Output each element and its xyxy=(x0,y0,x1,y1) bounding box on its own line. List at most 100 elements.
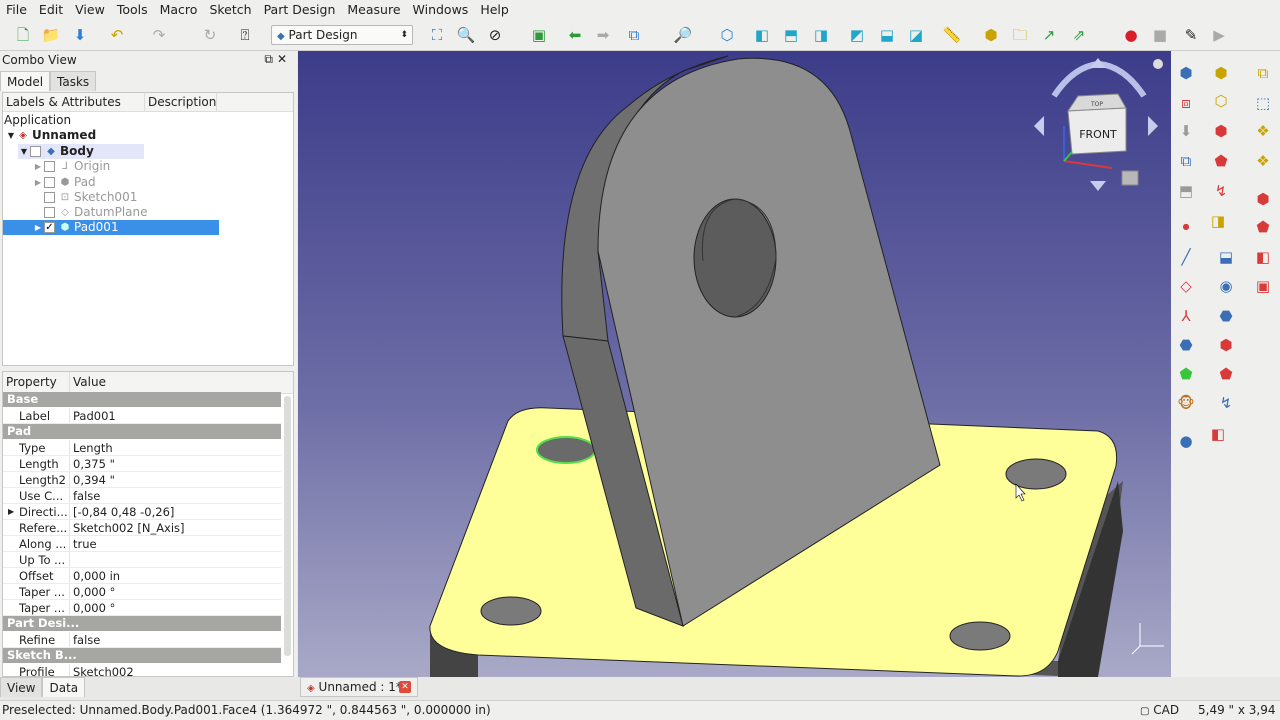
datum-point-icon[interactable]: ● xyxy=(1176,217,1196,237)
property-group-pad[interactable]: Pad xyxy=(3,424,281,439)
property-value[interactable] xyxy=(70,552,73,567)
expand-arrow-icon[interactable]: ▶ xyxy=(32,175,44,190)
plate-hole[interactable] xyxy=(949,621,1011,651)
nav-dot-icon[interactable] xyxy=(1153,59,1163,69)
forward-arrow-icon[interactable]: ➡ xyxy=(592,24,614,46)
navigation-style[interactable]: ▢ CAD xyxy=(1140,701,1179,720)
right-view-icon[interactable]: ◨ xyxy=(810,24,832,46)
subtractive-pipe-icon[interactable]: ⬟ xyxy=(1216,364,1236,384)
visibility-checkbox[interactable] xyxy=(44,207,55,218)
workbench-selector[interactable]: ◆ Part Design ⬍ xyxy=(271,25,413,45)
property-value[interactable]: 0,000 ° xyxy=(70,584,115,599)
hole-icon[interactable]: ◉ xyxy=(1216,276,1236,296)
part-icon[interactable]: ⬢ xyxy=(980,24,1002,46)
tree-item-pad001[interactable]: ▶ ✓ ⬢ Pad001 xyxy=(3,220,219,235)
group-icon[interactable]: 🗀 xyxy=(1009,24,1031,46)
expand-arrow-icon[interactable]: ▶ xyxy=(32,159,44,174)
execute-macro-icon[interactable]: ▶ xyxy=(1208,24,1230,46)
property-header-property[interactable]: Property xyxy=(3,372,70,393)
create-sketch-icon[interactable]: ⧈ xyxy=(1176,93,1196,113)
menu-tools[interactable]: Tools xyxy=(111,0,154,19)
plate-hole[interactable] xyxy=(480,596,542,626)
rotate-right-arrow-icon[interactable] xyxy=(1098,61,1147,98)
tree-header-description[interactable]: Description xyxy=(145,93,217,111)
property-group-base[interactable]: Base xyxy=(3,392,281,407)
bottom-view-icon[interactable]: ⬓ xyxy=(876,24,898,46)
menu-help[interactable]: Help xyxy=(474,0,515,19)
macro-editor-icon[interactable]: ✎ xyxy=(1180,24,1202,46)
additive-primitive-icon[interactable]: ◨ xyxy=(1208,211,1228,231)
menu-view[interactable]: View xyxy=(69,0,111,19)
property-value[interactable]: false xyxy=(70,488,100,503)
datum-line-icon[interactable]: ╱ xyxy=(1176,247,1196,267)
link-actions-icon[interactable]: ⇗ xyxy=(1068,24,1090,46)
sprocket-icon[interactable]: ● xyxy=(1176,431,1196,451)
tab-model[interactable]: Model xyxy=(0,71,51,91)
isometric-view-icon[interactable]: ⬡ xyxy=(716,24,738,46)
property-row[interactable]: Use C... false xyxy=(3,488,281,504)
property-row[interactable]: Length2 0,394 " xyxy=(3,472,281,488)
polar-pattern-icon[interactable]: ❖ xyxy=(1253,121,1273,141)
whats-this-icon[interactable]: ⍰ xyxy=(234,24,256,46)
menu-sketch[interactable]: Sketch xyxy=(203,0,257,19)
property-value[interactable]: Sketch002 xyxy=(70,664,134,676)
draft-icon[interactable]: ◧ xyxy=(1253,247,1273,267)
undo-icon[interactable]: ↶ xyxy=(106,24,128,46)
additive-loft-icon[interactable]: ⬢ xyxy=(1211,121,1231,141)
property-value[interactable]: 0,000 in xyxy=(70,568,120,583)
float-icon[interactable]: ⧉ xyxy=(264,52,277,66)
tab-data[interactable]: Data xyxy=(42,677,86,697)
property-value[interactable]: true xyxy=(70,536,97,551)
local-cs-icon[interactable]: ⅄ xyxy=(1176,306,1196,326)
property-row[interactable]: Refere... Sketch002 [N_Axis] xyxy=(3,520,281,536)
menu-measure[interactable]: Measure xyxy=(341,0,406,19)
tree-item-sketch001[interactable]: ⊡ Sketch001 xyxy=(44,190,137,205)
menu-edit[interactable]: Edit xyxy=(33,0,69,19)
visibility-checkbox[interactable] xyxy=(30,146,41,157)
property-value[interactable]: [-0,84 0,48 -0,26] xyxy=(70,504,174,519)
revolution-icon[interactable]: ⬡ xyxy=(1211,91,1231,111)
validate-sketch-icon[interactable]: ⧉ xyxy=(1176,151,1196,171)
zoom-icon[interactable]: 🔎 xyxy=(672,24,694,46)
back-arrow-icon[interactable]: ⬅ xyxy=(564,24,586,46)
view-menu-cube-icon[interactable] xyxy=(1121,170,1139,186)
clone-icon[interactable]: 🐵 xyxy=(1176,393,1196,413)
rotate-left-arrow-icon[interactable] xyxy=(1051,61,1100,98)
property-value[interactable]: 0,394 " xyxy=(70,472,115,487)
visibility-checkbox[interactable] xyxy=(44,161,55,172)
tree-item-datumplane[interactable]: ◇ DatumPlane xyxy=(44,205,148,220)
linear-pattern-icon[interactable]: ⬚ xyxy=(1253,93,1273,113)
tree-body[interactable]: ▼ ◆ Body xyxy=(18,144,144,159)
property-row[interactable]: Type Length xyxy=(3,440,281,456)
subtractive-primitive-icon[interactable]: ◧ xyxy=(1208,424,1228,444)
draw-style-icon[interactable]: ⊘ xyxy=(484,24,506,46)
thickness-icon[interactable]: ▣ xyxy=(1253,276,1273,296)
expand-arrow-icon[interactable]: ▶ xyxy=(8,504,14,520)
property-row[interactable]: Taper ... 0,000 ° xyxy=(3,584,281,600)
new-document-icon[interactable]: 🗋 xyxy=(12,24,34,46)
open-folder-icon[interactable]: 📁 xyxy=(40,24,62,46)
chamfer-icon[interactable]: ⬟ xyxy=(1253,217,1273,237)
property-value[interactable]: Length xyxy=(70,440,113,455)
property-scrollbar[interactable] xyxy=(284,396,291,656)
menu-macro[interactable]: Macro xyxy=(154,0,204,19)
subshape-binder-icon[interactable]: ⬟ xyxy=(1176,364,1196,384)
attach-sketch-icon[interactable]: ⬇ xyxy=(1176,121,1196,141)
refresh-icon[interactable]: ↻ xyxy=(199,24,221,46)
property-value[interactable]: false xyxy=(70,632,100,647)
tree-item-origin[interactable]: ▶ ⅃ Origin xyxy=(32,159,110,174)
tab-tasks[interactable]: Tasks xyxy=(50,71,97,91)
measure-icon[interactable]: 📏 xyxy=(941,24,963,46)
collapse-arrow-icon[interactable]: ▼ xyxy=(18,144,30,159)
fillet-icon[interactable]: ⬢ xyxy=(1253,189,1273,209)
datum-plane-icon[interactable]: ◇ xyxy=(1176,276,1196,296)
property-row[interactable]: Offset 0,000 in xyxy=(3,568,281,584)
visibility-checkbox[interactable] xyxy=(44,192,55,203)
arrow-right-icon[interactable] xyxy=(1148,116,1158,136)
property-value[interactable]: Sketch002 [N_Axis] xyxy=(70,520,185,535)
property-row[interactable]: Profile Sketch002 xyxy=(3,664,281,676)
multitransform-icon[interactable]: ❖ xyxy=(1253,151,1273,171)
fit-all-icon[interactable]: ⛶ xyxy=(426,24,448,46)
shape-binder-icon[interactable]: ⬣ xyxy=(1176,335,1196,355)
close-tab-icon[interactable]: ✕ xyxy=(399,681,411,693)
